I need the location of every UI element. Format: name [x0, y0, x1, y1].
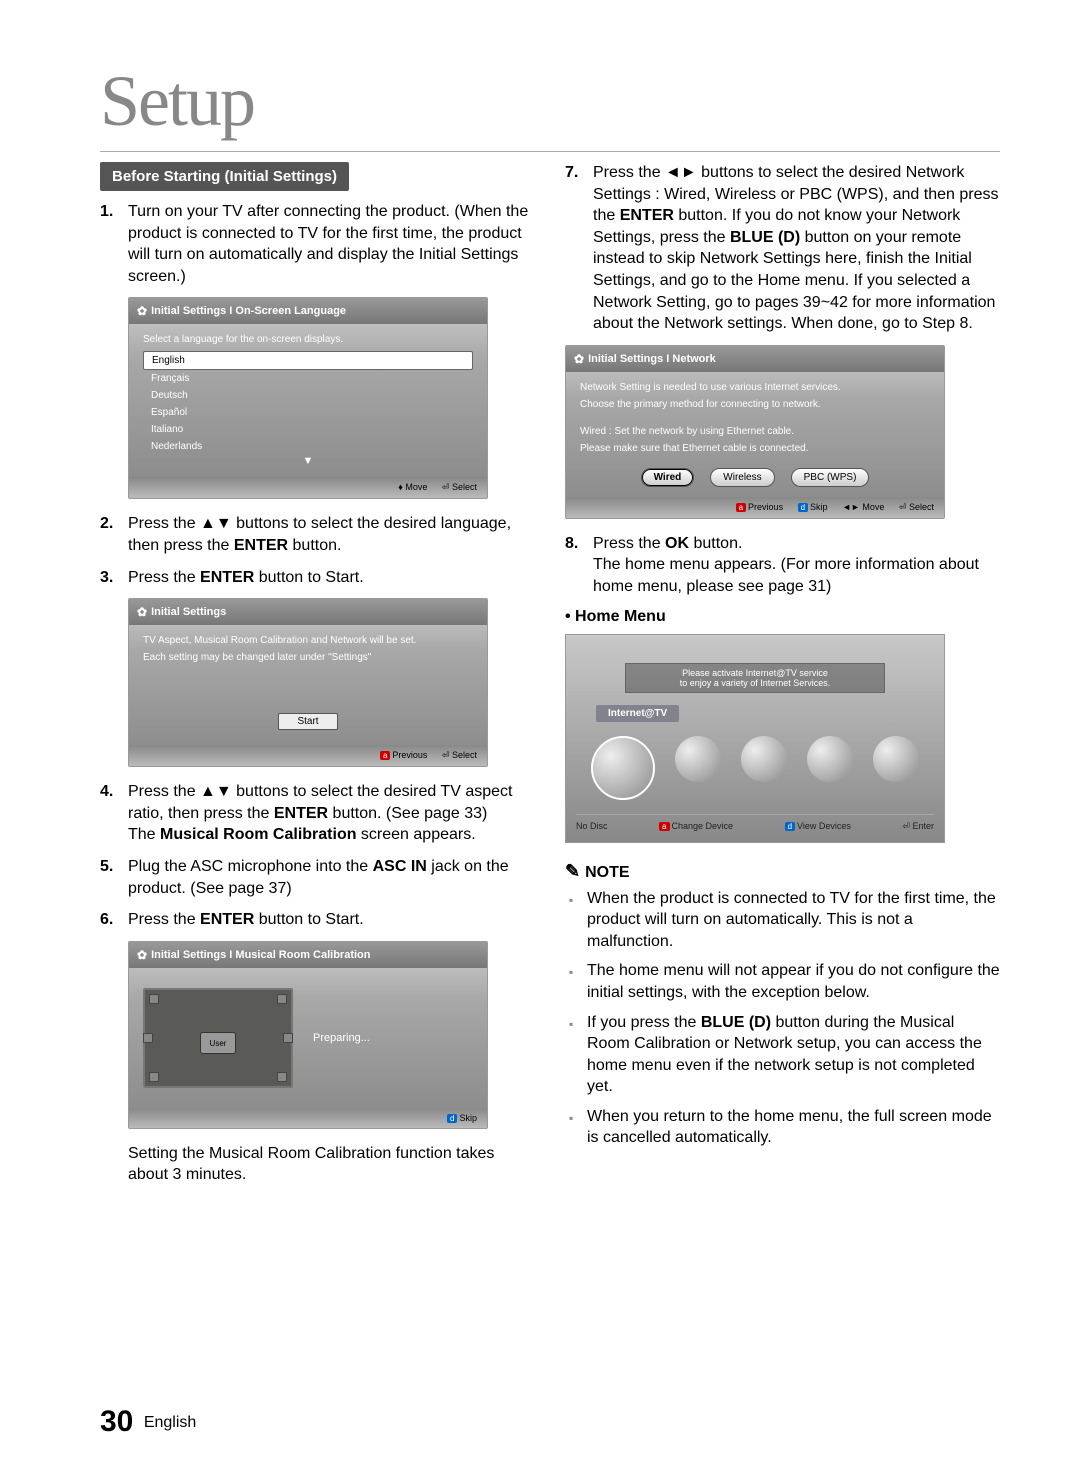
user-label: User	[200, 1032, 236, 1054]
ss-lang-title: Initial Settings I On-Screen Language	[151, 305, 346, 317]
lang-option[interactable]: Deutsch	[143, 387, 473, 404]
footer-move: Move	[405, 482, 427, 492]
page-language: English	[144, 1414, 196, 1431]
right-column: Press the ◄► buttons to select the desir…	[565, 162, 1000, 1186]
chapter-title: Setup	[100, 60, 1000, 143]
screenshot-start: Initial Settings TV Aspect, Musical Room…	[128, 598, 488, 767]
step-1-text: Turn on your TV after connecting the pro…	[128, 203, 528, 285]
network-wireless-button[interactable]: Wireless	[710, 468, 774, 487]
language-list: English Français Deutsch Español Italian…	[143, 351, 473, 455]
lang-option[interactable]: Français	[143, 370, 473, 387]
screenshot-calibration: Initial Settings I Musical Room Calibrat…	[128, 941, 488, 1129]
step-8: Press the OK button. The home menu appea…	[565, 533, 1000, 598]
lang-option[interactable]: Nederlands	[143, 438, 473, 455]
screenshot-home-menu: Please activate Internet@TV service to e…	[565, 634, 945, 843]
screenshot-language: Initial Settings I On-Screen Language Se…	[128, 297, 488, 499]
step-4: Press the ▲▼ buttons to select the desir…	[100, 781, 535, 846]
step-2: Press the ▲▼ buttons to select the desir…	[100, 513, 535, 556]
gear-icon	[137, 948, 147, 962]
step-1: Turn on your TV after connecting the pro…	[100, 201, 535, 287]
ss-lang-instruction: Select a language for the on-screen disp…	[143, 334, 473, 345]
step-6: Press the ENTER button to Start.	[100, 909, 535, 931]
ss-start-line1: TV Aspect, Musical Room Calibration and …	[143, 635, 473, 646]
note-2: The home menu will not appear if you do …	[587, 960, 1000, 1003]
home-icon-5[interactable]	[873, 736, 919, 782]
step-3: Press the ENTER button to Start.	[100, 567, 535, 589]
divider	[100, 151, 1000, 152]
lang-option-selected[interactable]: English	[143, 351, 473, 370]
home-icon-1[interactable]	[591, 736, 655, 800]
lang-option[interactable]: Español	[143, 404, 473, 421]
lang-option[interactable]: Italiano	[143, 421, 473, 438]
step-5: Plug the ASC microphone into the ASC IN …	[100, 856, 535, 899]
ss-net-title: Initial Settings I Network	[588, 353, 716, 365]
footer-prev: Previous	[392, 750, 427, 760]
ss-start-title: Initial Settings	[151, 606, 226, 618]
section-header: Before Starting (Initial Settings)	[100, 162, 349, 191]
gear-icon	[137, 605, 147, 619]
screenshot-network: Initial Settings I Network Network Setti…	[565, 345, 945, 519]
home-banner: Please activate Internet@TV service to e…	[625, 663, 885, 693]
enter-label: ENTER	[200, 569, 254, 586]
start-button[interactable]: Start	[278, 713, 337, 730]
enter-label: ENTER	[234, 537, 288, 554]
calib-caption: Setting the Musical Room Calibration fun…	[100, 1143, 535, 1186]
note-3: If you press the BLUE (D) button during …	[587, 1012, 1000, 1098]
footer-select: Select	[452, 482, 477, 492]
gear-icon	[574, 352, 584, 366]
page-number: 30	[100, 1405, 133, 1438]
page-footer: 30 English	[100, 1405, 196, 1439]
note-heading: NOTE	[565, 861, 1000, 882]
home-menu-label: Home Menu	[565, 608, 1000, 626]
network-wired-button[interactable]: Wired	[641, 468, 695, 487]
footer-select: Select	[452, 750, 477, 760]
ss-start-line2: Each setting may be changed later under …	[143, 652, 473, 663]
home-icon-4[interactable]	[807, 736, 853, 782]
footer-nodisc: No Disc	[576, 821, 608, 832]
note-4: When you return to the home menu, the fu…	[587, 1106, 1000, 1149]
calib-status: Preparing...	[313, 1032, 370, 1044]
footer-skip: Skip	[459, 1113, 477, 1123]
step-7: Press the ◄► buttons to select the desir…	[565, 162, 1000, 335]
home-icon-2[interactable]	[675, 736, 721, 782]
gear-icon	[137, 304, 147, 318]
ss-calib-title: Initial Settings I Musical Room Calibrat…	[151, 949, 370, 961]
home-icon-3[interactable]	[741, 736, 787, 782]
internet-tv-label: Internet@TV	[596, 705, 679, 722]
left-column: Before Starting (Initial Settings) Turn …	[100, 162, 535, 1186]
note-1: When the product is connected to TV for …	[587, 888, 1000, 953]
network-pbc-button[interactable]: PBC (WPS)	[791, 468, 870, 487]
room-diagram: User	[143, 988, 293, 1088]
